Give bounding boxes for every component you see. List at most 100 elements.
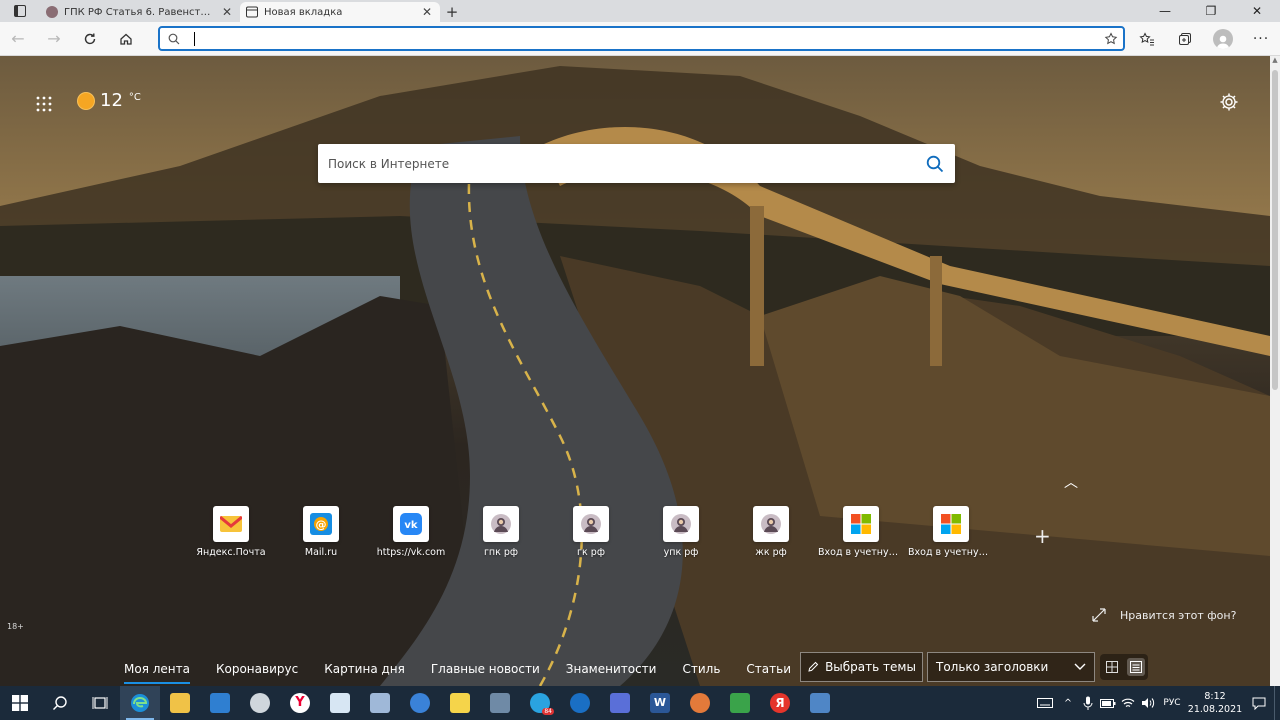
feed-layout-select[interactable]: Только заголовки [927, 652, 1095, 682]
input-language[interactable]: РУС [1158, 698, 1186, 708]
taskbar-search-button[interactable] [40, 686, 80, 720]
collections-button[interactable] [1166, 24, 1204, 54]
quick-link-mailru[interactable]: @ Mail.ru [276, 506, 366, 566]
feed-tab-my-feed[interactable]: Моя лента [124, 652, 190, 686]
taskbar-app-purple[interactable] [600, 686, 640, 720]
feed-tab-celebrities[interactable]: Знаменитости [566, 652, 657, 686]
taskbar-sticky-notes[interactable] [440, 686, 480, 720]
weather-widget[interactable]: 12 °C [78, 90, 141, 111]
address-input[interactable] [195, 31, 1099, 46]
close-window-button[interactable]: ✕ [1234, 0, 1280, 22]
age-rating: 18+ [7, 622, 24, 631]
grid-view-button[interactable] [1103, 658, 1121, 676]
web-search-button[interactable] [915, 144, 955, 183]
minimize-button[interactable]: — [1142, 0, 1188, 22]
taskbar-outlook[interactable] [560, 686, 600, 720]
quick-link-label: гк рф [577, 547, 605, 558]
taskbar-yandex[interactable]: Y [280, 686, 320, 720]
task-view-button[interactable] [80, 686, 120, 720]
tab-actions-icon [14, 5, 26, 17]
home-button[interactable] [108, 24, 144, 54]
taskbar-app-window[interactable] [800, 686, 840, 720]
like-background[interactable]: Нравится этот фон? [1092, 608, 1236, 622]
quick-link-upk[interactable]: упк рф [636, 506, 726, 566]
taskbar-edge[interactable] [120, 686, 160, 720]
notepad-icon [330, 693, 350, 713]
taskbar-app-blue[interactable] [400, 686, 440, 720]
list-view-button[interactable] [1127, 658, 1145, 676]
windows-taskbar: Y 84 W Я ^ РУС 8:12 21.08.2021 [0, 686, 1280, 720]
profile-button[interactable] [1204, 24, 1242, 54]
pick-topics-button[interactable]: Выбрать темы [800, 652, 923, 682]
add-favorite-button[interactable] [1099, 29, 1123, 49]
scrollbar-thumb[interactable] [1272, 70, 1278, 390]
quick-link-vk[interactable]: vk https://vk.com [366, 506, 456, 566]
feed-tab-coronavirus[interactable]: Коронавирус [216, 652, 298, 686]
page-settings-icon[interactable] [1219, 92, 1239, 112]
quick-link-gk[interactable]: гк рф [546, 506, 636, 566]
taskbar-wordpad[interactable] [360, 686, 400, 720]
clock[interactable]: 8:12 21.08.2021 [1186, 690, 1244, 716]
scroll-up-icon[interactable]: ▲ [1270, 56, 1280, 68]
taskbar-snipping[interactable] [480, 686, 520, 720]
feed-tab-top-news[interactable]: Главные новости [431, 652, 540, 686]
keyboard-button[interactable] [1032, 686, 1058, 720]
feed-tabs: Моя лента Коронавирус Картина дня Главны… [124, 652, 817, 686]
taskbar-app-circle[interactable] [240, 686, 280, 720]
microphone-button[interactable] [1078, 686, 1098, 720]
tab-actions-button[interactable] [0, 0, 40, 22]
chevron-up-icon: ︿ [1064, 475, 1078, 491]
taskbar-mail[interactable] [200, 686, 240, 720]
show-hidden-icons-button[interactable]: ^ [1058, 686, 1078, 720]
show-desktop-button[interactable] [1274, 686, 1280, 720]
address-bar[interactable] [158, 26, 1125, 51]
taskbar-word[interactable]: W [640, 686, 680, 720]
page-scrollbar[interactable]: ▲ [1270, 56, 1280, 686]
close-icon: ✕ [1251, 4, 1263, 18]
add-quick-link-button[interactable]: + [1034, 524, 1051, 548]
taskbar-yandex-red[interactable]: Я [760, 686, 800, 720]
forward-button[interactable]: → [36, 24, 72, 54]
tab-gpk-article[interactable]: ГПК РФ Статья 6. Равенство всех ✕ [40, 2, 240, 22]
start-button[interactable] [0, 686, 40, 720]
settings-menu-button[interactable]: ··· [1242, 24, 1280, 54]
feed-tab-articles[interactable]: Статьи [746, 652, 791, 686]
collapse-tiles-button[interactable]: ︿ [1064, 472, 1078, 492]
quick-link-yandex-mail[interactable]: Яндекс.Почта [186, 506, 276, 566]
paint-icon [690, 693, 710, 713]
taskbar-notepad[interactable] [320, 686, 360, 720]
maximize-button[interactable]: ❐ [1188, 0, 1234, 22]
battery-button[interactable] [1098, 686, 1118, 720]
feed-tab-style[interactable]: Стиль [682, 652, 720, 686]
tab-new-tab[interactable]: Новая вкладка ✕ [240, 2, 440, 22]
taskbar-paint[interactable] [680, 686, 720, 720]
consultant-icon [573, 506, 609, 542]
notifications-button[interactable] [1244, 686, 1274, 720]
network-button[interactable] [1118, 686, 1138, 720]
quick-link-gpk[interactable]: гпк рф [456, 506, 546, 566]
taskbar-telegram[interactable]: 84 [520, 686, 560, 720]
back-button[interactable]: ← [0, 24, 36, 54]
taskbar-explorer[interactable] [160, 686, 200, 720]
quick-link-microsoft-login-2[interactable]: Вход в учетную запись [906, 506, 996, 566]
minimize-icon: — [1159, 4, 1171, 18]
favorites-button[interactable] [1128, 24, 1166, 54]
close-tab-icon[interactable]: ✕ [420, 5, 434, 19]
new-tab-favicon-icon [246, 6, 258, 18]
app-launcher-icon[interactable] [36, 96, 52, 112]
quick-link-zhk[interactable]: жк рф [726, 506, 816, 566]
feed-tab-picture-of-day[interactable]: Картина дня [324, 652, 405, 686]
svg-text:@: @ [316, 518, 327, 531]
new-tab-button[interactable]: + [440, 2, 464, 22]
quick-link-microsoft-login-1[interactable]: Вход в учетную запись [816, 506, 906, 566]
web-search-input[interactable] [328, 156, 915, 171]
volume-button[interactable] [1138, 686, 1158, 720]
notification-icon [1252, 697, 1266, 710]
close-tab-icon[interactable]: ✕ [220, 5, 234, 19]
task-view-icon [92, 697, 108, 709]
tab-strip: ГПК РФ Статья 6. Равенство всех ✕ Новая … [0, 0, 1280, 22]
plus-icon: + [1034, 524, 1051, 548]
taskbar-app-green[interactable] [720, 686, 760, 720]
word-icon: W [650, 693, 670, 713]
refresh-button[interactable] [72, 24, 108, 54]
